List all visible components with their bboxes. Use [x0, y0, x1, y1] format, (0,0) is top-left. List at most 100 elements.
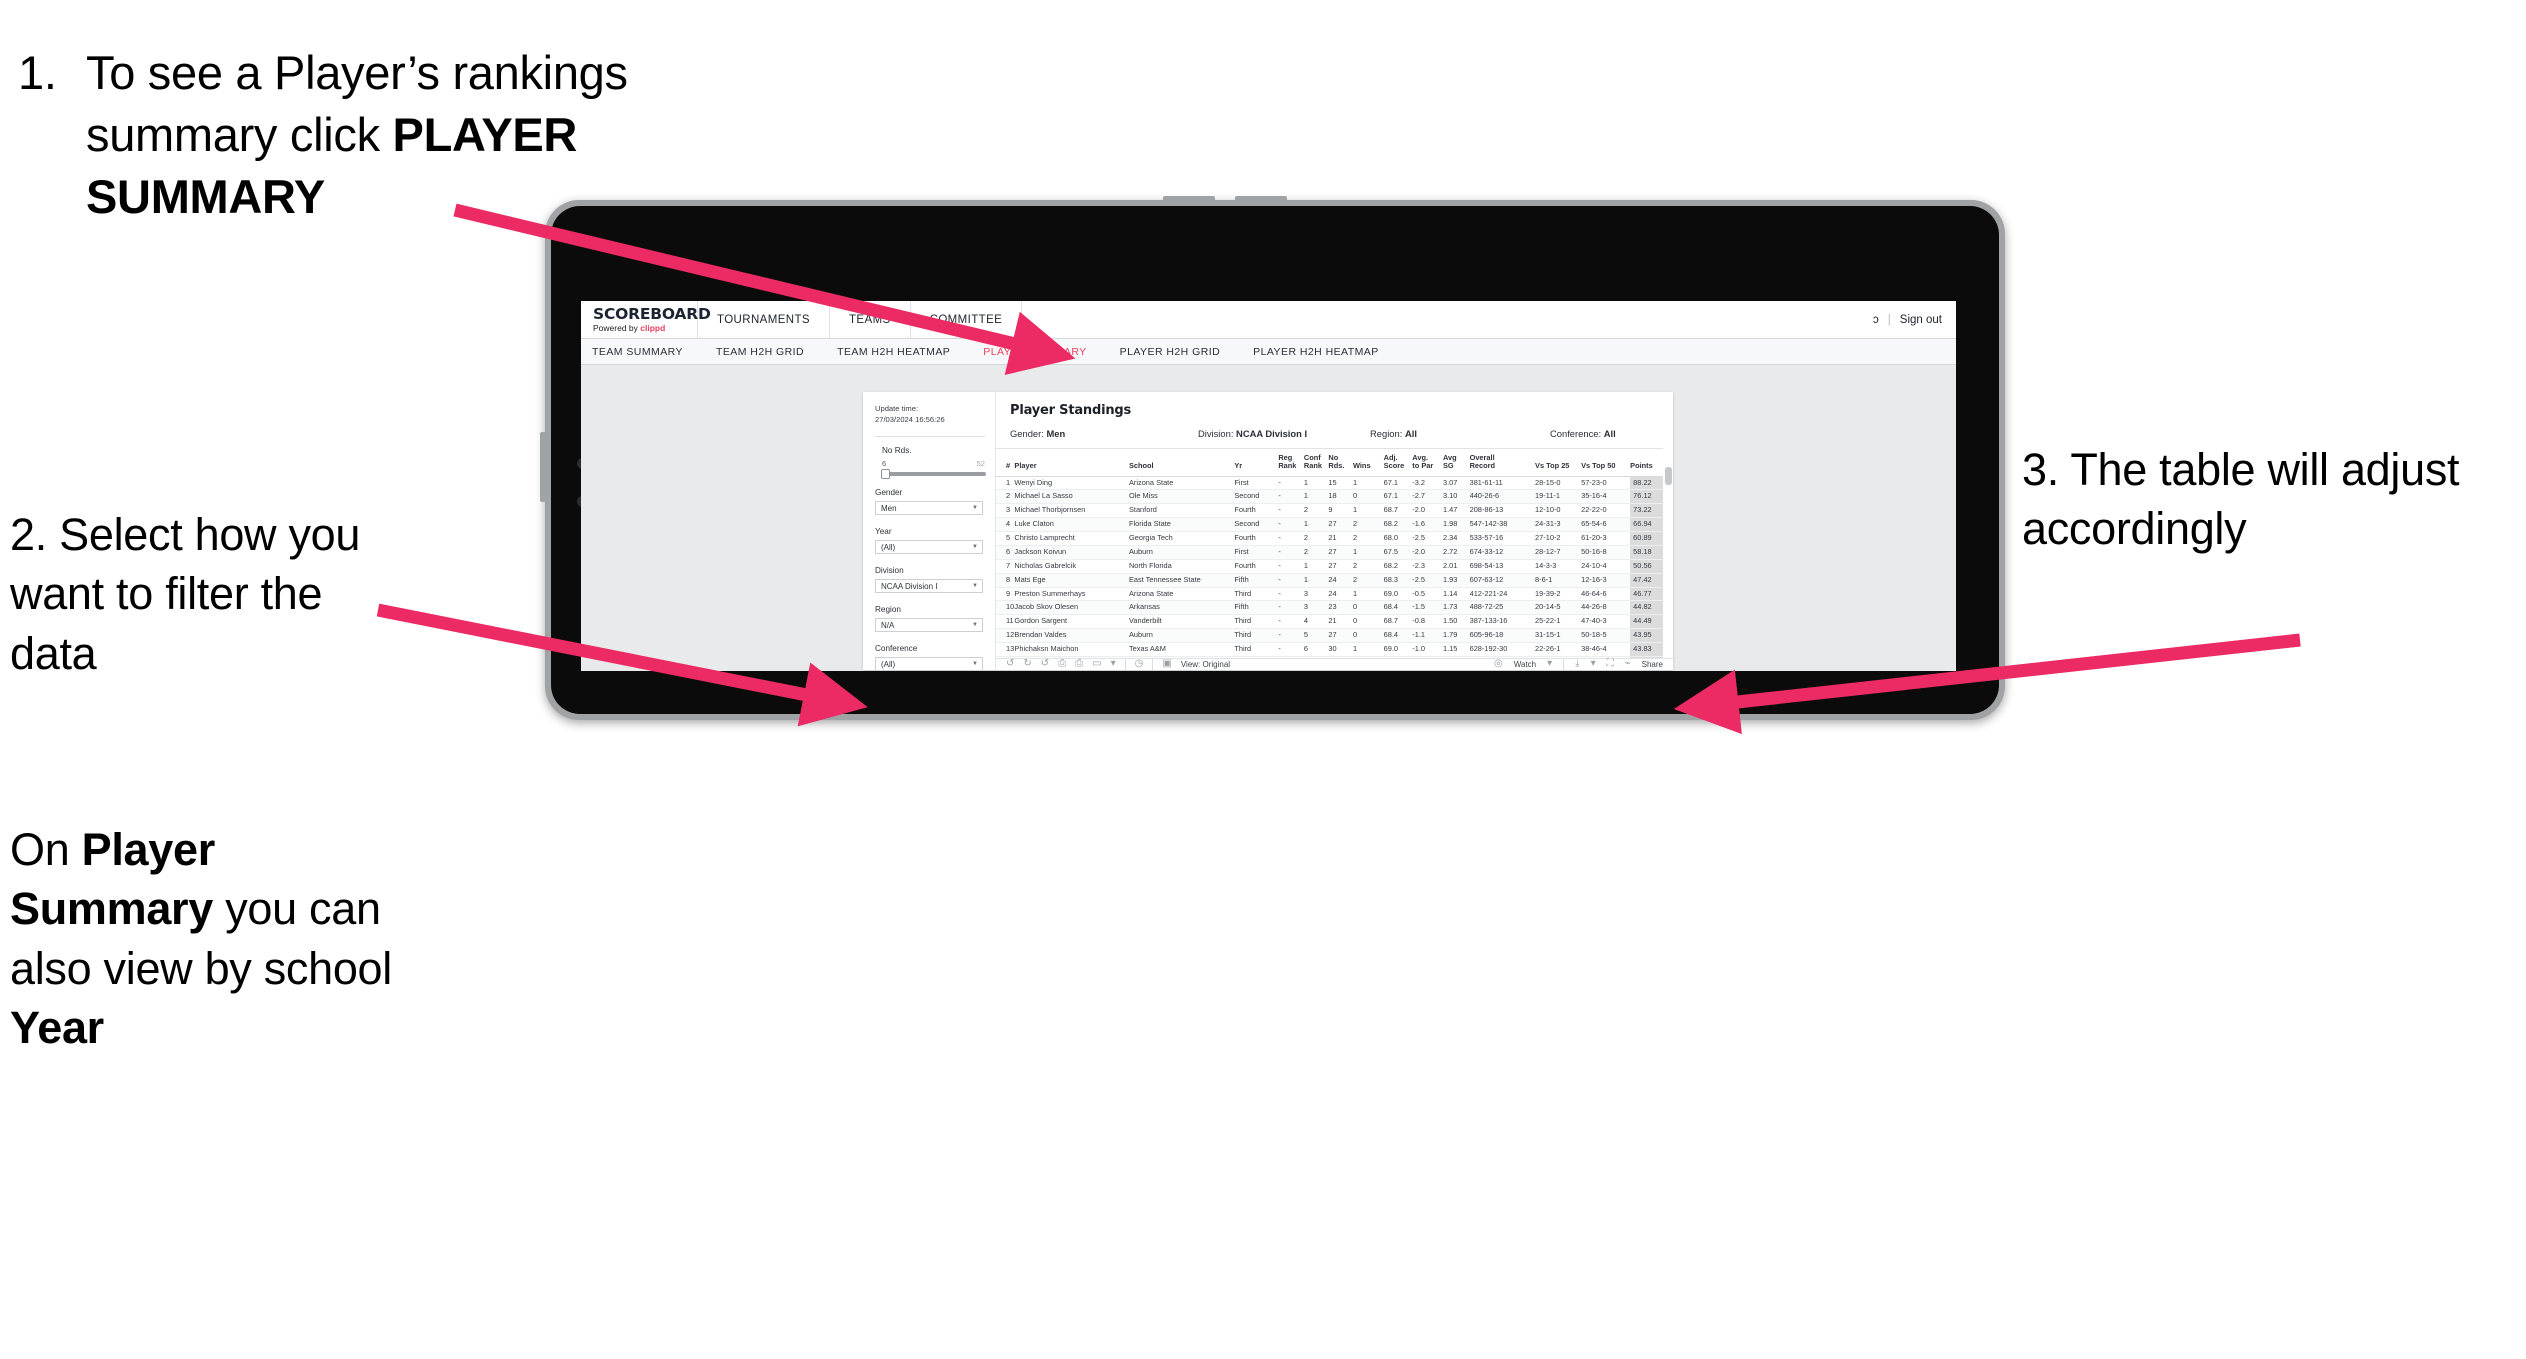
pause-icon[interactable]: ⎙: [1075, 659, 1083, 669]
col-vs-top-50[interactable]: Vs Top 50: [1581, 448, 1631, 477]
cell-vs-top-50: 22-22-0: [1581, 503, 1631, 519]
app-screen: SCOREBOARD Powered by clippd TOURNAMENTS…: [581, 301, 1956, 671]
tab-team-h2h-heatmap[interactable]: TEAM H2H HEATMAP: [837, 346, 967, 358]
col-rank[interactable]: #: [996, 448, 1015, 477]
dashboard-body: Update time: 27/03/2024 16:56:26 No Rds.…: [581, 365, 1956, 671]
revert-icon[interactable]: ↺: [1041, 659, 1049, 669]
cell-conf-rank: 3: [1303, 600, 1329, 616]
tab-player-h2h-grid[interactable]: PLAYER H2H GRID: [1120, 346, 1238, 358]
cell-vs-top-25: 27-10-2: [1535, 531, 1582, 546]
table-row[interactable]: 9 Preston Summerhays Arizona State Third -3 2…: [996, 587, 1663, 602]
cell-vs-top-25: 19-11-1: [1535, 489, 1582, 505]
fullscreen-icon[interactable]: ⛶: [1607, 659, 1614, 669]
view-original-label[interactable]: View: Original: [1181, 660, 1230, 669]
table-row[interactable]: 14Maxwell FordNorth CarolinaThird-323069…: [996, 656, 1663, 658]
filter-division-select[interactable]: NCAA Division I ▼: [875, 579, 983, 593]
col-reg-rank[interactable]: Reg Rank: [1278, 448, 1304, 477]
col-avg-to-par[interactable]: Avg. to Par: [1412, 448, 1443, 477]
cell-player: Jacob Skov Olesen: [1014, 600, 1129, 616]
refresh-icon[interactable]: ⎙: [1058, 659, 1066, 669]
cell-reg-rank: -: [1278, 614, 1304, 630]
table-row[interactable]: 3 Michael Thorbjornsen Stanford Fourth -2 9 1 6…: [996, 503, 1663, 519]
col-vs-top-25[interactable]: Vs Top 25: [1535, 448, 1582, 477]
tablet-device-mockup: SCOREBOARD Powered by clippd TOURNAMENTS…: [540, 196, 2005, 720]
tab-team-summary[interactable]: TEAM SUMMARY: [592, 346, 700, 358]
filter-divider: [875, 436, 985, 437]
redo-icon[interactable]: ↻: [1023, 659, 1031, 669]
table-row[interactable]: 8 Mats Ege East Tennessee State Fifth -1 24 2 6…: [996, 573, 1663, 588]
cell-conf-rank: 1: [1303, 517, 1329, 533]
chevron-down-icon[interactable]: ▾: [1111, 659, 1116, 669]
cell-points: 76.12: [1630, 489, 1663, 505]
cell-wins: 0: [1352, 614, 1384, 630]
table-row[interactable]: 6 Jackson Koivun Auburn First -2 27 1 67.5 -2.0 2…: [996, 545, 1663, 560]
cell-no-rds: 23: [1328, 656, 1353, 658]
tab-team-h2h-grid[interactable]: TEAM H2H GRID: [716, 346, 821, 358]
meta-gender-label: Gender:: [1010, 428, 1044, 439]
col-yr[interactable]: Yr: [1234, 448, 1279, 477]
table-row[interactable]: 11 Gordon Sargent Vanderbilt Third -4 21 0 68.7…: [996, 614, 1663, 630]
table-row[interactable]: 13 Phichaksn Maichon Texas A&M Third -6 30 1 69…: [996, 642, 1663, 657]
undo-icon[interactable]: ↺: [1006, 659, 1014, 669]
filter-year-value: (All): [881, 542, 896, 552]
cell-reg-rank: -: [1278, 587, 1304, 602]
table-row[interactable]: 2 Michael La Sasso Ole Miss Second -1 18 0 67.1…: [996, 489, 1663, 505]
col-adj-score[interactable]: Adj. Score: [1383, 448, 1413, 477]
nav-item-committee[interactable]: COMMITTEE: [911, 301, 1023, 338]
tab-player-h2h-heatmap[interactable]: PLAYER H2H HEATMAP: [1253, 346, 1396, 358]
table-row[interactable]: 5 Christo Lamprecht Georgia Tech Fourth -2 21…: [996, 531, 1663, 546]
cell-avg-sg: 1.15: [1442, 642, 1470, 657]
nav-item-teams[interactable]: TEAMS: [830, 301, 911, 338]
col-school[interactable]: School: [1128, 448, 1235, 477]
col-overall-record[interactable]: Overall Record: [1469, 448, 1536, 477]
share-label[interactable]: Share: [1642, 660, 1663, 669]
cell-reg-rank: -: [1278, 628, 1304, 644]
table-row[interactable]: 1 Wenyi Ding Arizona State First -1 15 1 67.1 -3…: [996, 476, 1663, 491]
col-wins[interactable]: Wins: [1352, 448, 1384, 477]
col-points[interactable]: Points: [1630, 448, 1663, 477]
cell-no-rds: 27: [1328, 545, 1353, 560]
filter-no-rds-label: No Rds.: [882, 446, 912, 455]
download-icon[interactable]: ⤓: [1575, 659, 1579, 669]
cell-avg-to-par: -0.3: [1412, 656, 1443, 658]
toolbar-divider: [1152, 658, 1154, 670]
brand-logo[interactable]: SCOREBOARD Powered by clippd: [581, 301, 711, 338]
filter-year-select[interactable]: (All) ▼: [875, 540, 983, 554]
alert-icon[interactable]: ◷: [1135, 659, 1144, 669]
col-no-rds[interactable]: No Rds.: [1328, 448, 1353, 477]
col-avg-sg[interactable]: Avg SG: [1442, 448, 1470, 477]
chevron-down-icon[interactable]: ▾: [1591, 659, 1596, 669]
chevron-down-icon[interactable]: ▾: [1547, 659, 1552, 669]
table-vertical-scrollbar[interactable]: [1665, 467, 1672, 485]
cell-school: North Florida: [1128, 559, 1235, 574]
col-player[interactable]: Player: [1014, 448, 1129, 477]
watch-label[interactable]: Watch: [1514, 660, 1536, 669]
app-top-bar: SCOREBOARD Powered by clippd TOURNAMENTS…: [581, 301, 1956, 339]
table-row[interactable]: 7 Nicholas Gabrelcik North Florida Fourth -1…: [996, 559, 1663, 574]
cell-wins: 0: [1352, 656, 1384, 658]
nav-item-tournaments[interactable]: TOURNAMENTS: [698, 301, 830, 338]
cell-avg-sg: 1.47: [1442, 503, 1470, 519]
filter-region-select[interactable]: N/A ▼: [875, 618, 983, 632]
cell-wins: 1: [1352, 503, 1384, 519]
no-rds-slider[interactable]: [881, 469, 986, 479]
table-row[interactable]: 4 Luke Claton Florida State Second -1 27 2 68.2…: [996, 517, 1663, 533]
share-icon[interactable]: ⌁: [1625, 659, 1631, 669]
col-conf-rank[interactable]: Conf Rank: [1303, 448, 1329, 477]
brand-subtitle-prefix: Powered by: [593, 323, 641, 333]
filter-conference-select[interactable]: (All) ▼: [875, 657, 983, 671]
no-rds-slider-handle[interactable]: [881, 469, 890, 479]
cell-adj-score: 68.3: [1383, 573, 1413, 588]
cell-player: Phichaksn Maichon: [1014, 642, 1129, 657]
sign-out-link[interactable]: Sign out: [1900, 314, 1942, 326]
cell-school: Vanderbilt: [1128, 614, 1235, 630]
view-toggle-icon[interactable]: ▭: [1092, 659, 1101, 669]
cell-avg-sg: 1.79: [1442, 628, 1470, 644]
meta-region: Region: All: [1370, 428, 1550, 439]
filter-gender-select[interactable]: Men ▼: [875, 501, 983, 515]
table-row[interactable]: 10 Jacob Skov Olesen Arkansas Fifth -3 23 0 68.…: [996, 600, 1663, 616]
cell-no-rds: 15: [1328, 476, 1353, 491]
tab-player-summary[interactable]: PLAYER SUMMARY: [983, 346, 1103, 358]
cell-vs-top-50: 50-16-8: [1581, 545, 1631, 560]
table-row[interactable]: 12 Brendan Valdes Auburn Third -5 27 0 68.4 -1.1…: [996, 628, 1663, 644]
